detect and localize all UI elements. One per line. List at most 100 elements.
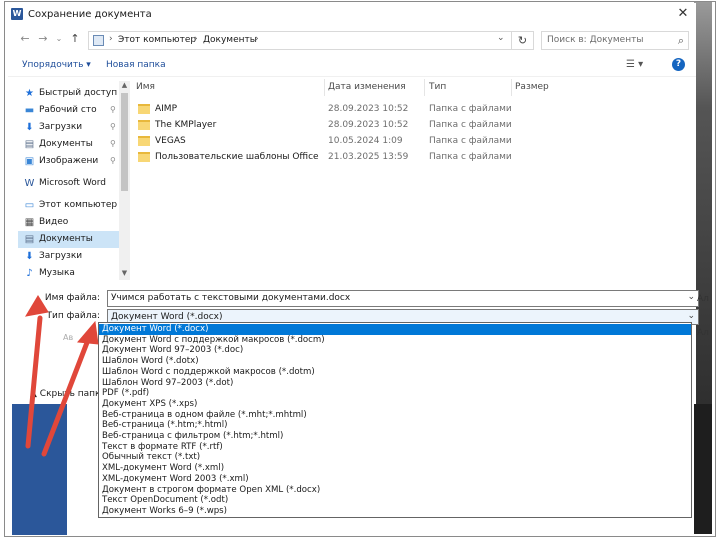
filetype-option[interactable]: Документ Works 6–9 (*.wps) <box>99 506 691 517</box>
star-icon: ★ <box>25 88 34 99</box>
filetype-option[interactable]: Шаблон Word (*.dotx) <box>99 356 691 367</box>
sidebar-item-label: Microsoft Word <box>39 178 106 188</box>
sidebar-item-label: Видео <box>39 217 69 227</box>
folder-icon <box>138 120 150 130</box>
pin-icon: ⚲ <box>110 105 116 114</box>
sidebar-item[interactable]: ★ Быстрый доступ <box>18 85 120 102</box>
filetype-option[interactable]: XML-документ Word 2003 (*.xml) <box>99 474 691 485</box>
file-row[interactable]: Пользовательские шаблоны Office 21.03.202… <box>128 149 548 165</box>
sidebar-item[interactable]: ▤ Документы ⚲ <box>18 136 120 153</box>
file-name: AIMP <box>155 104 178 114</box>
filetype-option[interactable]: XML-документ Word (*.xml) <box>99 463 691 474</box>
sidebar-item[interactable]: W Microsoft Word <box>18 175 120 192</box>
address-bar[interactable]: › Этот компьютер › Документы › ⌄ <box>88 31 512 50</box>
column-divider[interactable] <box>511 79 512 96</box>
up-arrow-icon[interactable]: ↑ <box>68 32 82 46</box>
search-input[interactable]: Поиск в: Документы ⌕ <box>541 31 689 50</box>
filetype-label: Тип файла: <box>46 311 100 321</box>
download-icon: ⬇ <box>25 251 34 262</box>
filetype-option[interactable]: Веб-страница в одном файле (*.mht;*.mhtm… <box>99 410 691 421</box>
file-name: The KMPlayer <box>155 120 217 130</box>
sidebar-item[interactable]: ▣ Изображени ⚲ <box>18 153 120 170</box>
file-type: Папка с файлами <box>429 136 512 146</box>
filetype-value: Документ Word (*.docx) <box>111 312 223 322</box>
folder-icon <box>138 136 150 146</box>
search-placeholder: Поиск в: Документы <box>547 35 644 45</box>
recent-chevron-icon[interactable]: ⌄ <box>52 32 66 46</box>
filetype-option[interactable]: Веб-страница (*.htm;*.html) <box>99 420 691 431</box>
hide-folders-label: Скрыть папки <box>39 389 107 399</box>
title-bar: W Сохранение документа ✕ <box>8 3 696 25</box>
filetype-option[interactable]: Документ Word с поддержкой макросов (*.d… <box>99 335 691 346</box>
filetype-option[interactable]: Документ Word 97–2003 (*.doc) <box>99 345 691 356</box>
refresh-icon[interactable]: ↻ <box>512 31 534 50</box>
file-row[interactable]: VEGAS 10.05.2024 1:09 Папка с файлами <box>128 133 548 149</box>
sidebar-item-label: Изображени <box>39 156 99 166</box>
filetype-option[interactable]: PDF (*.pdf) <box>99 388 691 399</box>
organize-button[interactable]: Упорядочить ▾ <box>22 60 91 70</box>
computer-icon: ▭ <box>24 200 35 211</box>
documents-icon: ▤ <box>24 234 35 245</box>
sidebar-item[interactable]: ♪ Музыка <box>18 265 120 282</box>
path-separator-icon[interactable]: › <box>255 34 259 44</box>
path-segment-documents[interactable]: Документы <box>203 35 257 45</box>
filename-label: Имя файла: <box>44 293 100 303</box>
sidebar-item[interactable]: ▬ Рабочий сто ⚲ <box>18 102 120 119</box>
filetype-option[interactable]: Документ XPS (*.xps) <box>99 399 691 410</box>
dialog-title: Сохранение документа <box>28 9 152 20</box>
filetype-option[interactable]: Шаблон Word с поддержкой макросов (*.dot… <box>99 367 691 378</box>
column-divider[interactable] <box>424 79 425 96</box>
file-row[interactable]: AIMP 28.09.2023 10:52 Папка с файлами <box>128 101 548 117</box>
filetype-option[interactable]: Веб-страница с фильтром (*.htm;*.html) <box>99 431 691 442</box>
filetype-option[interactable]: Шаблон Word 97–2003 (*.dot) <box>99 378 691 389</box>
filetype-option[interactable]: Текст в формате RTF (*.rtf) <box>99 442 691 453</box>
column-header-date[interactable]: Дата изменения <box>328 82 406 92</box>
hide-folders-button[interactable]: ▲ Скрыть папки <box>30 389 106 399</box>
filename-field[interactable]: Учимся работать с текстовыми документами… <box>107 290 699 307</box>
file-row[interactable]: The KMPlayer 28.09.2023 10:52 Папка с файл… <box>128 117 548 133</box>
word-window-background <box>12 404 67 535</box>
sidebar-item-label: Этот компьютер <box>39 200 118 210</box>
path-separator-icon[interactable]: › <box>194 34 198 44</box>
new-folder-button[interactable]: Новая папка <box>106 60 166 70</box>
sidebar-item-label: Быстрый доступ <box>39 88 118 98</box>
forward-arrow-icon[interactable]: → <box>36 32 50 46</box>
chevron-down-icon[interactable]: ⌄ <box>687 292 695 302</box>
pin-icon: ⚲ <box>110 122 116 131</box>
sidebar-item[interactable]: ▤ Документы <box>18 231 120 248</box>
view-options-icon[interactable]: ☰ ▾ <box>626 59 643 70</box>
column-header-size[interactable]: Размер <box>515 82 549 92</box>
file-date: 21.03.2025 13:59 <box>328 152 409 162</box>
filetype-dropdown-list[interactable]: Документ Word (*.docx) Документ Word с по… <box>98 322 692 518</box>
column-header-type[interactable]: Тип <box>429 82 446 92</box>
back-arrow-icon[interactable]: ← <box>18 32 32 46</box>
pin-icon: ⚲ <box>110 156 116 165</box>
filetype-option[interactable]: Обычный текст (*.txt) <box>99 452 691 463</box>
close-icon[interactable]: ✕ <box>672 5 694 23</box>
chevron-down-icon[interactable]: ⌄ <box>687 311 695 321</box>
sidebar-item-label: Загрузки <box>39 251 83 261</box>
navigation-bar: ← → ⌄ ↑ › Этот компьютер › Документы › ⌄… <box>8 28 696 52</box>
chevron-down-icon[interactable]: ⌄ <box>497 33 505 43</box>
sidebar-item[interactable]: ▭ Этот компьютер <box>18 197 120 214</box>
sidebar-item[interactable]: ▦ Видео <box>18 214 120 231</box>
sidebar-item-label: Загрузки <box>39 122 83 132</box>
path-separator-icon[interactable]: › <box>109 34 113 44</box>
file-date: 28.09.2023 10:52 <box>328 120 409 130</box>
column-divider[interactable] <box>324 79 325 96</box>
sidebar-item-label: Документы <box>39 139 93 149</box>
desktop-icon: ▬ <box>24 105 35 116</box>
path-segment-computer[interactable]: Этот компьютер <box>118 35 196 45</box>
help-icon[interactable]: ? <box>672 58 685 71</box>
filetype-option[interactable]: Документ Word (*.docx) <box>99 324 691 335</box>
documents-icon: ▤ <box>24 139 35 150</box>
command-bar: Упорядочить ▾ Новая папка ☰ ▾ ? <box>8 55 696 77</box>
computer-location-icon <box>93 35 104 46</box>
sidebar-item[interactable]: ⬇ Загрузки <box>18 248 120 265</box>
authors-label: Ав <box>63 333 74 342</box>
filetype-option[interactable]: Текст OpenDocument (*.odt) <box>99 495 691 506</box>
filetype-option[interactable]: Документ в строгом формате Open XML (*.d… <box>99 485 691 496</box>
sidebar-item[interactable]: ⬇ Загрузки ⚲ <box>18 119 120 136</box>
column-header-name[interactable]: Имя <box>136 82 155 92</box>
scrollbar-thumb[interactable] <box>121 93 128 191</box>
